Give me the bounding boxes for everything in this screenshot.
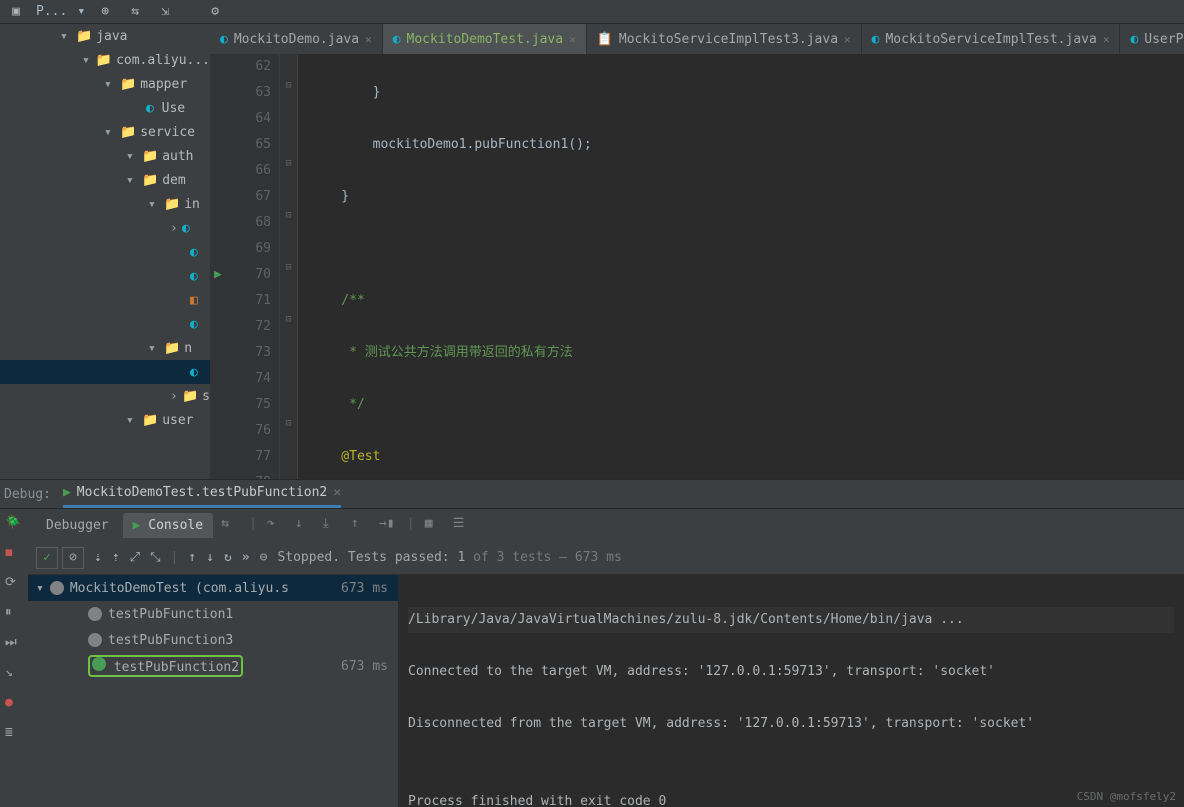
collapse-icon[interactable]: ⇲ <box>155 2 175 22</box>
debug-side-toolbar: 🪲 ◼ ⟳ ⏸ ⏭ ↘ ● ≣ <box>0 509 28 807</box>
tree-selected-item[interactable]: ◐ <box>0 360 210 384</box>
tree-service[interactable]: service <box>140 125 195 140</box>
editor-tabs: ◐MockitoDemo.java✕ ◐MockitoDemoTest.java… <box>210 24 1184 54</box>
main-toolbar: ▣ P... ▾ ⊕ ⇆ ⇲ ⚙ <box>0 0 1184 24</box>
main-area: ▾📁java ▾📁com.aliyu... ▾📁mapper ◐ Use ▾📁s… <box>0 24 1184 807</box>
tree-dem[interactable]: dem <box>162 173 185 188</box>
test-highlight: testPubFunction2 <box>88 655 243 677</box>
box-icon[interactable]: ▣ <box>6 2 26 22</box>
bug-icon[interactable]: 🪲 <box>5 515 23 533</box>
skip-icon[interactable]: ⏭ <box>5 635 23 653</box>
test-status-text: Stopped. Tests passed: 1 of 3 tests – 67… <box>277 550 621 565</box>
tree-mapper[interactable]: mapper <box>140 77 187 92</box>
tree-s[interactable]: s <box>202 389 210 404</box>
close-icon[interactable]: ✕ <box>365 33 372 46</box>
sort-up-icon[interactable]: ⇡ <box>112 550 120 565</box>
tree-n[interactable]: n <box>184 341 192 356</box>
resume-icon[interactable]: ⟳ <box>5 575 23 593</box>
test-item[interactable]: testPubFunction1 <box>28 601 398 627</box>
step-out-icon[interactable]: ↑ <box>351 516 369 534</box>
test-item[interactable]: testPubFunction3 <box>28 627 398 653</box>
debug-run-tab[interactable]: ▶ MockitoDemoTest.testPubFunction2 ✕ <box>63 480 341 508</box>
close-icon[interactable]: ✕ <box>844 33 851 46</box>
wrap-icon[interactable]: ⇆ <box>221 516 239 534</box>
test-root[interactable]: ▾ MockitoDemoTest (com.aliyu.s 673 ms <box>28 575 398 601</box>
settings-icon[interactable]: ≣ <box>5 725 23 743</box>
tree-java[interactable]: java <box>96 29 127 44</box>
debug-subtabs: Debugger ▶ Console ⇆ | ↷ ↓ ⤓ ↑ →▮ | ▦ ☰ <box>28 509 1184 541</box>
tab-mockitodemo[interactable]: ◐MockitoDemo.java✕ <box>210 24 383 54</box>
skip-icon <box>88 607 102 621</box>
line-gutter: 62 63 64 65 66 67 68 69 ▶70 71 72 73 74 … <box>210 54 280 479</box>
ignore-filter-icon[interactable]: ⊘ <box>62 547 84 569</box>
code-area[interactable]: } mockitoDemo1.pubFunction1(); } /** * 测… <box>298 54 1184 479</box>
target-icon[interactable]: ⊕ <box>95 2 115 22</box>
loop-icon[interactable]: ↻ <box>224 550 232 565</box>
tab-console[interactable]: ▶ Console <box>123 513 213 538</box>
test-item-pass[interactable]: testPubFunction2 673 ms <box>28 653 398 679</box>
step-into-icon[interactable]: ↓ <box>295 516 313 534</box>
run-cursor-icon[interactable]: →▮ <box>379 516 397 534</box>
tree-use[interactable]: Use <box>162 101 185 116</box>
editor-zone: ◐MockitoDemo.java✕ ◐MockitoDemoTest.java… <box>210 24 1184 479</box>
pass-icon <box>92 657 106 671</box>
force-step-icon[interactable]: ⤓ <box>323 516 341 534</box>
project-tree[interactable]: ▾📁java ▾📁com.aliyu... ▾📁mapper ◐ Use ▾📁s… <box>0 24 210 479</box>
skip-icon <box>88 633 102 647</box>
minus-icon <box>50 581 64 595</box>
tab-serviceimpl[interactable]: ◐MockitoServiceImplTest.java✕ <box>862 24 1121 54</box>
up-arrow-icon[interactable]: ↑ <box>188 550 196 565</box>
tree-com[interactable]: com.aliyu... <box>116 53 210 68</box>
pass-filter-icon[interactable]: ✓ <box>36 547 58 569</box>
run-gutter-icon[interactable]: ▶ <box>214 262 222 288</box>
debug-header: Debug: ▶ MockitoDemoTest.testPubFunction… <box>0 479 1184 509</box>
gear-icon[interactable]: ⚙ <box>205 2 225 22</box>
fold-gutter: ⊟ ⊟⊟ ⊟⊟ ⊟ <box>280 54 298 479</box>
more-h-icon[interactable]: » <box>242 550 250 565</box>
collapse-icon[interactable]: ⤡ <box>150 550 160 565</box>
close-icon[interactable]: ✕ <box>333 485 341 500</box>
tree-auth[interactable]: auth <box>162 149 193 164</box>
tree-user[interactable]: user <box>162 413 193 428</box>
tab-debugger[interactable]: Debugger <box>36 513 119 538</box>
down-arrow-icon[interactable]: ↓ <box>206 550 214 565</box>
close-icon[interactable]: ✕ <box>1103 33 1110 46</box>
stop-icon[interactable]: ◼ <box>5 545 23 563</box>
tab-mockitodemotest[interactable]: ◐MockitoDemoTest.java✕ <box>383 24 587 54</box>
evaluate-icon[interactable]: ▦ <box>425 516 443 534</box>
code-editor[interactable]: 62 63 64 65 66 67 68 69 ▶70 71 72 73 74 … <box>210 54 1184 479</box>
test-tree[interactable]: ▾ MockitoDemoTest (com.aliyu.s 673 ms te… <box>28 575 398 807</box>
more-icon[interactable]: ↘ <box>5 665 23 683</box>
debug-status-bar: ✓ ⊘ ⇣ ⇡ ⤢ ⤡ | ↑ ↓ ↻ » ⊖ Stopped. Tests p… <box>28 541 1184 575</box>
project-label[interactable]: P... <box>36 4 67 19</box>
step-over-icon[interactable]: ↷ <box>267 516 285 534</box>
watermark: CSDN @mofsfely2 <box>1077 790 1176 803</box>
breakpoint-icon[interactable]: ● <box>5 695 23 713</box>
console-output[interactable]: /Library/Java/JavaVirtualMachines/zulu-8… <box>398 575 1184 807</box>
filter-icon[interactable]: ⇆ <box>125 2 145 22</box>
expand-icon[interactable]: ⤢ <box>130 550 140 565</box>
frames-icon[interactable]: ☰ <box>453 516 471 534</box>
sort-down-icon[interactable]: ⇣ <box>94 550 102 565</box>
tab-serviceimpl3[interactable]: 📋MockitoServiceImplTest3.java✕ <box>587 24 862 54</box>
close-icon[interactable]: ✕ <box>569 33 576 46</box>
minus-circle-icon: ⊖ <box>260 550 268 565</box>
tab-userpayser[interactable]: ◐UserPaySer <box>1120 24 1184 54</box>
tree-in[interactable]: in <box>184 197 200 212</box>
debug-title: Debug: <box>4 487 51 502</box>
pause-icon[interactable]: ⏸ <box>5 605 23 623</box>
